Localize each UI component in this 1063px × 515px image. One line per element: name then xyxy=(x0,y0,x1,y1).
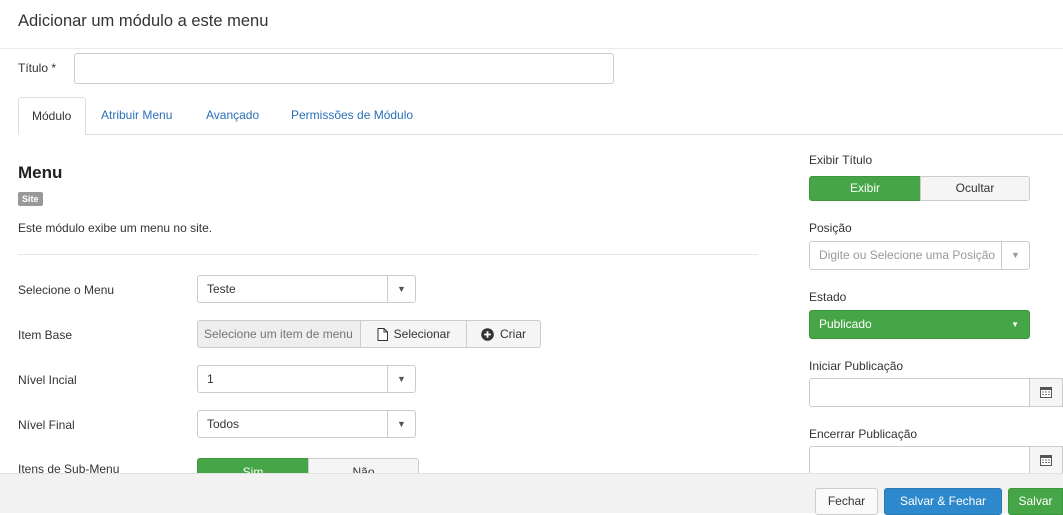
publish-up-input[interactable] xyxy=(809,378,1030,407)
tab-bar: Módulo Atribuir Menu Avançado Permissões… xyxy=(18,97,1063,135)
menu-select[interactable]: Teste ▼ xyxy=(197,275,416,303)
position-select[interactable]: Digite ou Selecione uma Posição ▼ xyxy=(809,241,1030,270)
tab-module-permissions[interactable]: Permissões de Módulo xyxy=(278,97,426,133)
select-base-item-button[interactable]: Selecionar xyxy=(360,320,467,348)
publish-down-label: Encerrar Publicação xyxy=(809,427,918,441)
modal-footer: Fechar Salvar & Fechar Salvar xyxy=(0,473,1063,515)
chevron-down-icon: ▼ xyxy=(1011,320,1019,329)
show-title-label: Exibir Título xyxy=(809,153,873,167)
publish-up-calendar-button[interactable] xyxy=(1029,378,1063,407)
publish-down-calendar-button[interactable] xyxy=(1029,446,1063,475)
title-input[interactable] xyxy=(74,53,614,84)
end-level-label: Nível Final xyxy=(18,418,75,432)
position-placeholder: Digite ou Selecione uma Posição xyxy=(819,248,996,262)
section-divider xyxy=(18,254,758,255)
calendar-icon xyxy=(1040,387,1052,398)
start-level-value: 1 xyxy=(207,372,214,386)
base-item-input[interactable] xyxy=(197,320,361,348)
publish-up-label: Iniciar Publicação xyxy=(809,359,904,373)
chevron-down-icon: ▼ xyxy=(387,366,415,392)
module-description: Este módulo exibe um menu no site. xyxy=(18,221,213,235)
status-select[interactable]: Publicado ▼ xyxy=(809,310,1030,339)
site-badge: Site xyxy=(18,192,43,206)
base-item-label: Item Base xyxy=(18,328,73,342)
tab-module[interactable]: Módulo xyxy=(18,97,86,135)
calendar-icon xyxy=(1040,455,1052,466)
tab-advanced[interactable]: Avançado xyxy=(193,97,272,133)
show-title-button[interactable]: Exibir xyxy=(809,176,921,201)
title-label: Título * xyxy=(18,61,57,75)
position-label: Posição xyxy=(809,221,852,235)
select-button-label: Selecionar xyxy=(393,327,451,341)
chevron-down-icon: ▼ xyxy=(387,411,415,437)
tab-assign-menu[interactable]: Atribuir Menu xyxy=(88,97,185,133)
create-base-item-button[interactable]: Criar xyxy=(466,320,541,348)
publish-down-input[interactable] xyxy=(809,446,1030,475)
menu-label: Selecione o Menu xyxy=(18,283,115,297)
create-button-label: Criar xyxy=(500,327,526,341)
chevron-down-icon: ▼ xyxy=(387,276,415,302)
module-title: Menu xyxy=(18,163,63,182)
save-button[interactable]: Salvar xyxy=(1008,488,1063,515)
start-level-label: Nível Incial xyxy=(18,373,77,387)
status-value: Publicado xyxy=(819,317,872,331)
page-title: Adicionar um módulo a este menu xyxy=(18,12,269,30)
hide-title-button[interactable]: Ocultar xyxy=(920,176,1030,201)
end-level-select[interactable]: Todos ▼ xyxy=(197,410,416,438)
end-level-value: Todos xyxy=(207,417,240,431)
save-close-button[interactable]: Salvar & Fechar xyxy=(884,488,1002,515)
chevron-down-icon: ▼ xyxy=(1001,242,1029,269)
close-button[interactable]: Fechar xyxy=(815,488,878,515)
plus-circle-icon xyxy=(481,327,494,341)
header-divider xyxy=(0,48,1063,49)
status-label: Estado xyxy=(809,290,847,304)
start-level-select[interactable]: 1 ▼ xyxy=(197,365,416,393)
menu-select-value: Teste xyxy=(207,282,236,296)
file-icon xyxy=(377,327,388,341)
